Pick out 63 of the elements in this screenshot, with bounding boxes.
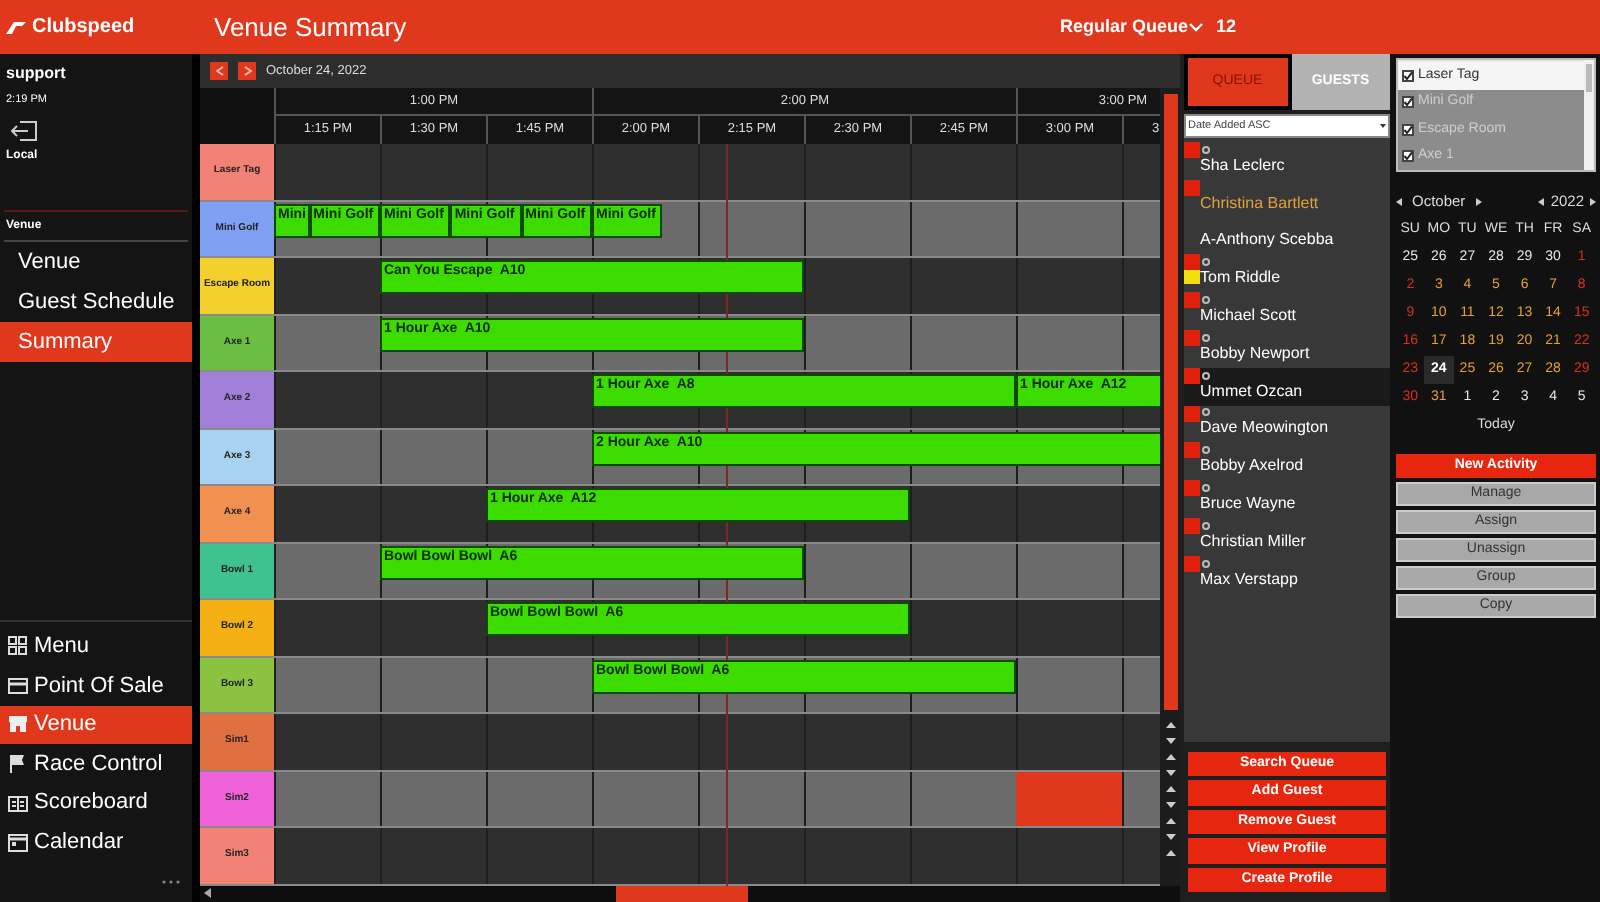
guest-name: A-Anthony Scebba (1200, 228, 1334, 253)
guest-name: Christina Bartlett (1200, 191, 1319, 216)
next-day-button[interactable] (238, 62, 256, 80)
checkbox[interactable] (1402, 69, 1414, 82)
guest-name: Christian Miller (1200, 529, 1306, 554)
guest-name: Tom Riddle (1200, 266, 1281, 291)
page-title: Venue Summary (212, 9, 409, 46)
sidebar-item[interactable]: Summary (0, 322, 192, 362)
caret-icon (1380, 124, 1386, 128)
nav-item[interactable]: Point Of Sale (0, 666, 192, 706)
flag-icon (8, 754, 28, 775)
guest-row[interactable]: Christina Bartlett (1184, 179, 1390, 218)
logout-icon[interactable] (10, 120, 38, 143)
guest-name: Max Verstapp (1200, 567, 1298, 592)
queue-name: Regular Queue (1060, 13, 1188, 40)
store-icon (8, 714, 28, 735)
guest-row[interactable]: Bobby Axelrod (1184, 442, 1390, 481)
checkbox[interactable] (1402, 123, 1414, 136)
guest-row[interactable]: Sha Leclerc (1184, 142, 1390, 180)
guest-name: Dave Meowington (1200, 416, 1329, 441)
nav-item[interactable]: Race Control (0, 744, 192, 784)
guest-name: Bruce Wayne (1200, 491, 1296, 516)
logo-icon (4, 19, 28, 35)
previous-year-icon[interactable] (1538, 198, 1545, 206)
next-month-icon[interactable] (1475, 198, 1482, 206)
checkbox[interactable] (1402, 96, 1414, 109)
queue-count: 12 (1216, 13, 1237, 40)
previous-month-icon[interactable] (1396, 198, 1402, 206)
sidebar-item[interactable]: Guest Schedule (0, 282, 192, 322)
guest-row[interactable]: Bobby Newport (1184, 329, 1390, 368)
guest-row[interactable]: Tom Riddle (1184, 254, 1390, 293)
nav-item[interactable]: Menu (0, 626, 192, 667)
scrollbar-thumb[interactable] (1586, 64, 1592, 92)
guest-row[interactable]: Christian Miller (1184, 517, 1390, 556)
previous-day-button[interactable] (210, 62, 228, 80)
guest-row[interactable]: Michael Scott (1184, 292, 1390, 330)
grid-icon (8, 636, 28, 657)
guest-name: Sha Leclerc (1200, 153, 1285, 178)
chevron-right-icon (243, 66, 251, 76)
guest-row[interactable]: Ummet Ozcan (1184, 367, 1390, 406)
card-icon (8, 675, 28, 696)
guest-row[interactable]: Max Verstapp (1184, 555, 1390, 594)
chevron-left-icon (215, 66, 223, 76)
guest-row[interactable]: A-Anthony Scebba (1184, 217, 1390, 255)
sidebar-item[interactable]: Venue (0, 242, 192, 282)
guest-name: Michael Scott (1200, 303, 1297, 328)
nav-item[interactable]: Scoreboard (0, 783, 192, 823)
guest-name: Bobby Newport (1200, 341, 1310, 366)
nav-item[interactable]: Venue (0, 705, 192, 745)
scrollbar-thumb[interactable] (1163, 94, 1177, 710)
user-name: support (6, 62, 68, 86)
logo: Clubspeed (32, 14, 135, 42)
guest-name: Bobby Axelrod (1200, 454, 1304, 479)
chevron-down-icon[interactable] (1188, 21, 1204, 33)
guest-name: Ummet Ozcan (1200, 379, 1303, 404)
guest-row[interactable]: Dave Meowington (1184, 405, 1390, 443)
calendar-icon (8, 832, 28, 853)
next-year-icon[interactable] (1590, 198, 1596, 206)
scroll-left-icon[interactable] (204, 888, 212, 899)
checkbox[interactable] (1402, 150, 1414, 163)
scoreboard-icon (8, 793, 28, 814)
nav-item[interactable]: Calendar (0, 822, 192, 862)
guest-row[interactable]: Bruce Wayne (1184, 480, 1390, 518)
